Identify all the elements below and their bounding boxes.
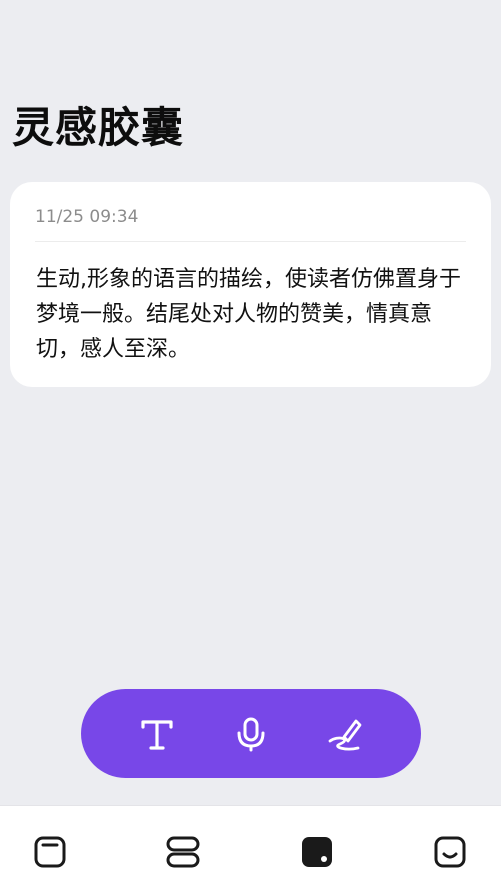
divider [35,241,466,242]
nav-item-single-card[interactable] [32,834,68,870]
text-icon [141,720,173,750]
nav-item-capsule[interactable] [299,834,335,870]
page-title: 灵感胶囊 [12,103,185,152]
handwriting-icon [328,719,362,751]
bottom-navigation [0,805,501,891]
stacked-cards-icon [166,836,200,868]
handwriting-input-button[interactable] [325,714,365,754]
note-timestamp: 11/25 09:34 [35,207,139,227]
note-content: 生动,形象的语言的描绘，使读者仿佛置身于梦境一般。结尾处对人物的赞美，情真意切，… [36,267,461,362]
microphone-icon [237,717,265,752]
single-card-icon [34,836,66,868]
nav-item-stacked-cards[interactable] [165,834,201,870]
text-input-button[interactable] [137,714,177,754]
nav-item-smile[interactable] [432,834,468,870]
note-card[interactable]: 11/25 09:34 生动,形象的语言的描绘，使读者仿佛置身于梦境一般。结尾处… [10,182,491,387]
voice-input-button[interactable] [231,714,271,754]
input-toolbar [81,689,421,778]
capsule-icon [302,837,332,867]
smile-face-icon [434,836,466,868]
